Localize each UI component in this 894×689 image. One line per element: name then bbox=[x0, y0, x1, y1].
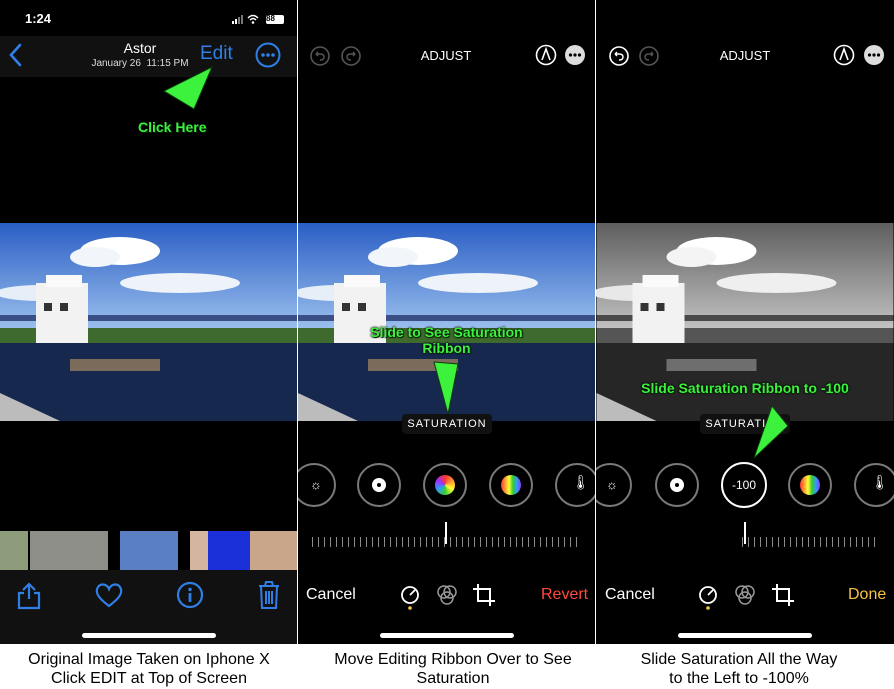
redo-icon[interactable] bbox=[639, 46, 659, 66]
info-icon[interactable] bbox=[176, 581, 204, 609]
annotation-line: Slide to See Saturation bbox=[370, 324, 523, 340]
photos-screen: 1:24 88 Astor January 26 11:15 PM Edit C… bbox=[0, 0, 297, 644]
brightness-dial[interactable]: ☼ bbox=[298, 463, 336, 507]
status-time: 1:24 bbox=[25, 11, 52, 26]
caption-panel-2: Move Editing Ribbon Over to See Saturati… bbox=[304, 650, 602, 688]
thumbnail-strip[interactable] bbox=[0, 531, 297, 570]
caption-line: Click EDIT at Top of Screen bbox=[51, 670, 247, 687]
vibrance-dial[interactable] bbox=[489, 463, 533, 507]
adjust-screen-saturation: ADJUST Slide Saturation Ribbon to -100 S… bbox=[596, 0, 894, 644]
share-icon[interactable] bbox=[16, 581, 42, 611]
adjust-icon[interactable] bbox=[398, 584, 422, 610]
caption-line: to the Left to -100% bbox=[669, 670, 809, 687]
caption-line: Saturation bbox=[416, 670, 490, 687]
slider-indicator[interactable] bbox=[445, 522, 447, 544]
annotation-arrow bbox=[753, 404, 789, 459]
edit-button[interactable]: Edit bbox=[200, 43, 233, 65]
saturation-value: -100 bbox=[731, 478, 757, 492]
home-indicator[interactable] bbox=[81, 633, 216, 638]
more-icon[interactable] bbox=[565, 45, 585, 65]
vibrance-dial[interactable] bbox=[788, 463, 832, 507]
adjust-icon[interactable] bbox=[696, 584, 720, 610]
revert-button[interactable]: Revert bbox=[541, 586, 588, 604]
adjust-title: ADJUST bbox=[420, 48, 472, 63]
markup-icon[interactable] bbox=[833, 44, 855, 66]
annotation-slide-saturation: Slide Saturation Ribbon to -100 bbox=[641, 380, 849, 396]
more-icon[interactable] bbox=[255, 42, 281, 68]
filters-icon[interactable] bbox=[734, 584, 756, 606]
heart-icon[interactable] bbox=[94, 582, 124, 608]
home-indicator[interactable] bbox=[379, 633, 514, 638]
adjust-title: ADJUST bbox=[719, 48, 771, 63]
caption-line: Slide Saturation All the Way bbox=[640, 651, 838, 668]
adjust-screen-ribbon: ADJUST Slide to See Saturation Ribbon SA… bbox=[298, 0, 595, 644]
black-point-dial[interactable] bbox=[357, 463, 401, 507]
saturation-dial[interactable]: -100 bbox=[721, 462, 767, 508]
redo-icon[interactable] bbox=[341, 46, 361, 66]
cancel-button[interactable]: Cancel bbox=[306, 586, 356, 604]
crop-icon[interactable] bbox=[771, 583, 795, 607]
back-chevron-icon[interactable] bbox=[8, 43, 24, 67]
caption-panel-3: Slide Saturation All the Way to the Left… bbox=[590, 650, 888, 688]
warmth-dial[interactable]: 🌡 bbox=[854, 463, 894, 507]
caption-panel-1: Original Image Taken on Iphone X Click E… bbox=[0, 650, 298, 688]
photo-title: Astor bbox=[123, 40, 157, 56]
caption-line: Original Image Taken on Iphone X bbox=[28, 651, 270, 668]
annotation-click-here: Click Here bbox=[138, 119, 207, 135]
battery-level: 88 bbox=[266, 14, 275, 23]
warmth-dial[interactable]: 🌡 bbox=[555, 463, 595, 507]
home-indicator[interactable] bbox=[678, 633, 812, 638]
undo-icon[interactable] bbox=[310, 46, 330, 66]
brightness-dial[interactable]: ☼ bbox=[596, 463, 632, 507]
markup-icon[interactable] bbox=[535, 44, 557, 66]
saturation-dial[interactable] bbox=[423, 463, 467, 507]
annotation-arrow bbox=[433, 361, 459, 415]
black-point-dial[interactable] bbox=[655, 463, 699, 507]
trash-icon[interactable] bbox=[257, 580, 281, 610]
adjust-slider-ticks[interactable] bbox=[742, 537, 880, 547]
more-icon[interactable] bbox=[864, 45, 884, 65]
filters-icon[interactable] bbox=[436, 584, 458, 606]
annotation-line: Ribbon bbox=[422, 340, 471, 356]
crop-icon[interactable] bbox=[472, 583, 496, 607]
bridge-photo bbox=[0, 223, 297, 421]
caption-line: Move Editing Ribbon Over to See bbox=[334, 651, 572, 668]
undo-icon[interactable] bbox=[609, 46, 629, 66]
status-icons bbox=[232, 14, 284, 24]
annotation-arrow bbox=[162, 65, 213, 110]
annotation-slide-to-see: Slide to See Saturation Ribbon bbox=[298, 324, 595, 356]
cancel-button[interactable]: Cancel bbox=[605, 586, 655, 604]
done-button[interactable]: Done bbox=[848, 586, 886, 604]
tool-label: SATURATION bbox=[402, 414, 492, 434]
slider-indicator[interactable] bbox=[744, 522, 746, 544]
